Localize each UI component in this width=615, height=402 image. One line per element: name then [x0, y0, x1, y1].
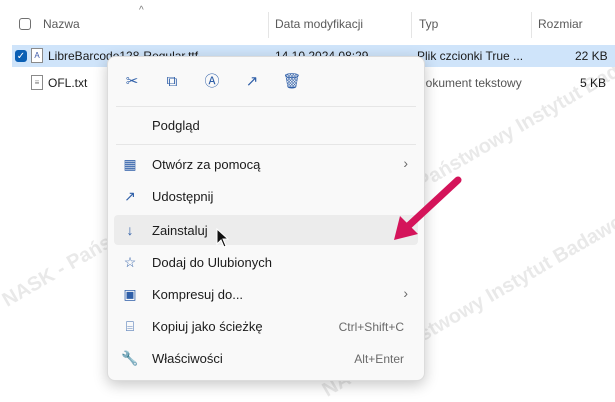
cut-icon[interactable]: ✂ [121, 71, 143, 93]
menu-item-label: Podgląd [152, 118, 200, 133]
menu-item-add-favorites[interactable]: ☆ Dodaj do Ulubionych [114, 247, 418, 277]
menu-item-share[interactable]: ↗ Udostępnij [114, 181, 418, 211]
chevron-right-icon: › [403, 285, 408, 301]
menu-divider [116, 144, 416, 145]
menu-item-install[interactable]: ↓ Zainstaluj [114, 215, 418, 245]
menu-item-label: Otwórz za pomocą [152, 157, 261, 172]
menu-item-label: Kompresuj do... [152, 287, 244, 302]
context-menu: ✂ ⧉ Ⓐ ↗ 🗑 Podgląd ▦ Otwórz za pomocą › ↗… [107, 56, 425, 381]
file-size: 5 KB [580, 76, 607, 90]
column-date[interactable]: Data modyfikacji [275, 17, 363, 31]
menu-item-label: Udostępnij [152, 189, 214, 204]
row-checkbox[interactable]: ✓ [15, 50, 27, 62]
properties-icon: 🔧 [121, 350, 139, 366]
rename-icon[interactable]: Ⓐ [201, 71, 223, 93]
column-size[interactable]: Rozmiar [538, 17, 583, 31]
open-with-icon: ▦ [123, 156, 137, 172]
star-icon: ☆ [123, 254, 137, 270]
chevron-right-icon: › [403, 155, 408, 171]
select-all-checkbox[interactable] [19, 18, 31, 30]
file-type: Plik czcionki True ... [417, 49, 524, 63]
menu-item-preview[interactable]: Podgląd [114, 110, 418, 140]
annotation-arrow-icon [394, 176, 462, 240]
file-size: 22 KB [575, 49, 608, 63]
menu-item-label: Zainstaluj [152, 223, 208, 238]
column-divider[interactable] [411, 12, 412, 38]
mouse-cursor-icon [216, 228, 230, 248]
menu-item-copy-path[interactable]: ⌸ Kopiuj jako ścieżkę Ctrl+Shift+C [114, 311, 418, 341]
copy-path-icon: ⌸ [125, 318, 135, 334]
menu-item-properties[interactable]: 🔧 Właściwości Alt+Enter [114, 343, 418, 373]
font-file-icon: A [31, 48, 43, 63]
menu-divider [116, 106, 416, 107]
sort-ascending-icon[interactable]: ^ [139, 5, 144, 16]
share-icon: ↗ [124, 188, 136, 204]
menu-item-label: Kopiuj jako ścieżkę [152, 319, 263, 334]
share-icon[interactable]: ↗ [241, 71, 263, 93]
menu-item-shortcut: Ctrl+Shift+C [338, 320, 404, 334]
file-name: OFL.txt [48, 76, 88, 90]
menu-item-open-with[interactable]: ▦ Otwórz za pomocą › [114, 149, 418, 179]
menu-item-label: Właściwości [152, 351, 223, 366]
delete-icon[interactable]: 🗑 [281, 71, 303, 93]
column-divider[interactable] [268, 12, 269, 38]
column-header: ^ Nazwa Data modyfikacji Typ Rozmiar [0, 0, 615, 38]
menu-item-shortcut: Alt+Enter [354, 352, 404, 366]
menu-item-compress[interactable]: ▣ Kompresuj do... › [114, 279, 418, 309]
menu-item-label: Dodaj do Ulubionych [152, 255, 272, 270]
install-icon: ↓ [126, 222, 134, 238]
column-divider[interactable] [531, 12, 532, 38]
column-type[interactable]: Typ [419, 17, 438, 31]
text-file-icon: ≡ [31, 75, 43, 90]
column-name[interactable]: Nazwa [43, 17, 80, 31]
copy-icon[interactable]: ⧉ [161, 71, 183, 93]
compress-icon: ▣ [123, 286, 137, 302]
file-type: Dokument tekstowy [417, 76, 522, 90]
